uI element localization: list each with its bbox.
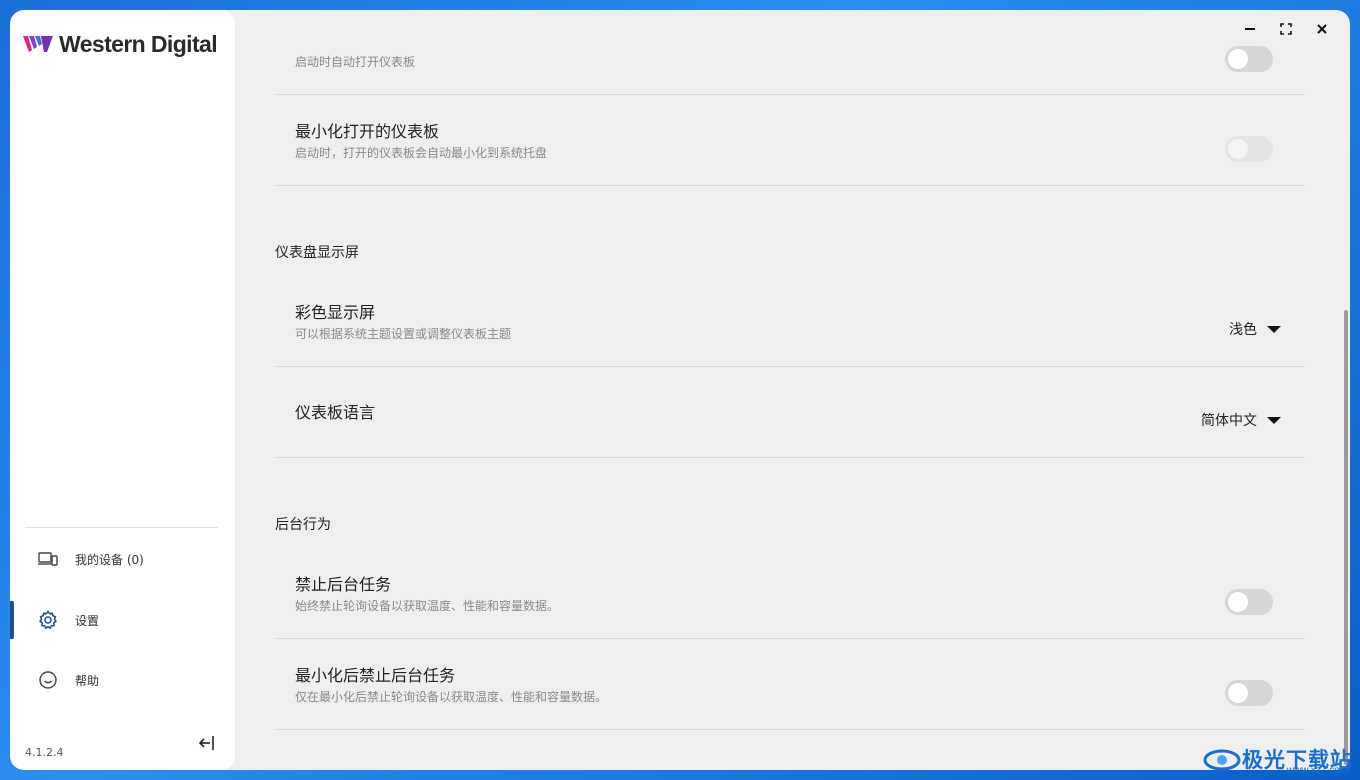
sidebar-item-my-devices[interactable]: 我的设备 (0) [10, 540, 235, 578]
app-version: 4.1.2.4 [25, 746, 64, 759]
section-title-background: 后台行为 [275, 517, 331, 533]
collapse-left-icon[interactable] [197, 732, 219, 754]
row-subtitle: 启动时，打开的仪表板会自动最小化到系统托盘 [295, 146, 548, 160]
dropdown-value: 简体中文 [1201, 413, 1257, 429]
watermark: 极光下载站 www.xz7.com [1202, 744, 1352, 776]
auto-open-toggle[interactable] [1225, 46, 1273, 72]
row-subtitle: 启动时自动打开仪表板 [295, 55, 416, 69]
watermark-logo-icon [1203, 749, 1241, 771]
sidebar-item-label: 我的设备 (0) [75, 552, 144, 567]
minimize-disable-background-toggle[interactable] [1225, 680, 1273, 706]
close-icon[interactable] [1304, 18, 1340, 40]
caret-down-icon [1267, 416, 1281, 424]
caret-down-icon [1267, 325, 1281, 333]
language-dropdown[interactable]: 简体中文 [1201, 410, 1281, 430]
sidebar-item-help[interactable]: 帮助 [10, 661, 235, 699]
app-window: Western Digital 我的设备 (0) 设置 帮助 4.1.2.4 启… [10, 10, 1350, 770]
gear-icon [37, 609, 59, 631]
disable-background-toggle[interactable] [1225, 589, 1273, 615]
sidebar-item-label: 帮助 [75, 673, 100, 688]
row-title: 彩色显示屏 [295, 303, 376, 322]
section-title-display: 仪表盘显示屏 [275, 245, 359, 261]
dropdown-value: 浅色 [1229, 322, 1257, 338]
watermark-url: www.xz7.com [1286, 765, 1348, 776]
color-display-row: 彩色显示屏 可以根据系统主题设置或调整仪表板主题 浅色 [275, 276, 1305, 367]
theme-dropdown[interactable]: 浅色 [1229, 319, 1281, 339]
minimize-dashboard-toggle[interactable] [1225, 136, 1273, 162]
sidebar-item-settings[interactable]: 设置 [10, 601, 235, 639]
scrollbar[interactable] [1344, 310, 1348, 765]
row-subtitle: 可以根据系统主题设置或调整仪表板主题 [295, 327, 512, 341]
auto-open-dashboard-row: 启动时自动打开仪表板 [275, 10, 1305, 95]
dashboard-language-row: 仪表板语言 简体中文 [275, 367, 1305, 458]
disable-background-row: 禁止后台任务 始终禁止轮询设备以获取温度、性能和容量数据。 [275, 548, 1305, 639]
devices-icon [37, 548, 59, 570]
row-title: 最小化打开的仪表板 [295, 122, 440, 141]
sidebar: Western Digital 我的设备 (0) 设置 帮助 4.1.2.4 [10, 10, 235, 770]
smile-icon [37, 669, 59, 691]
sidebar-divider [25, 527, 218, 528]
row-title: 最小化后禁止后台任务 [295, 666, 456, 685]
brand-name: Western Digital [59, 30, 218, 57]
minimize-dashboard-row: 最小化打开的仪表板 启动时，打开的仪表板会自动最小化到系统托盘 [275, 95, 1305, 186]
row-title: 禁止后台任务 [295, 575, 392, 594]
row-subtitle: 始终禁止轮询设备以获取温度、性能和容量数据。 [295, 599, 560, 613]
western-digital-logo-icon [23, 36, 53, 52]
row-title: 仪表板语言 [295, 403, 376, 422]
brand-logo: Western Digital [23, 30, 218, 58]
minimize-disable-background-row: 最小化后禁止后台任务 仅在最小化后禁止轮询设备以获取温度、性能和容量数据。 [275, 639, 1305, 730]
row-subtitle: 仅在最小化后禁止轮询设备以获取温度、性能和容量数据。 [295, 690, 608, 704]
sidebar-item-label: 设置 [75, 613, 100, 628]
